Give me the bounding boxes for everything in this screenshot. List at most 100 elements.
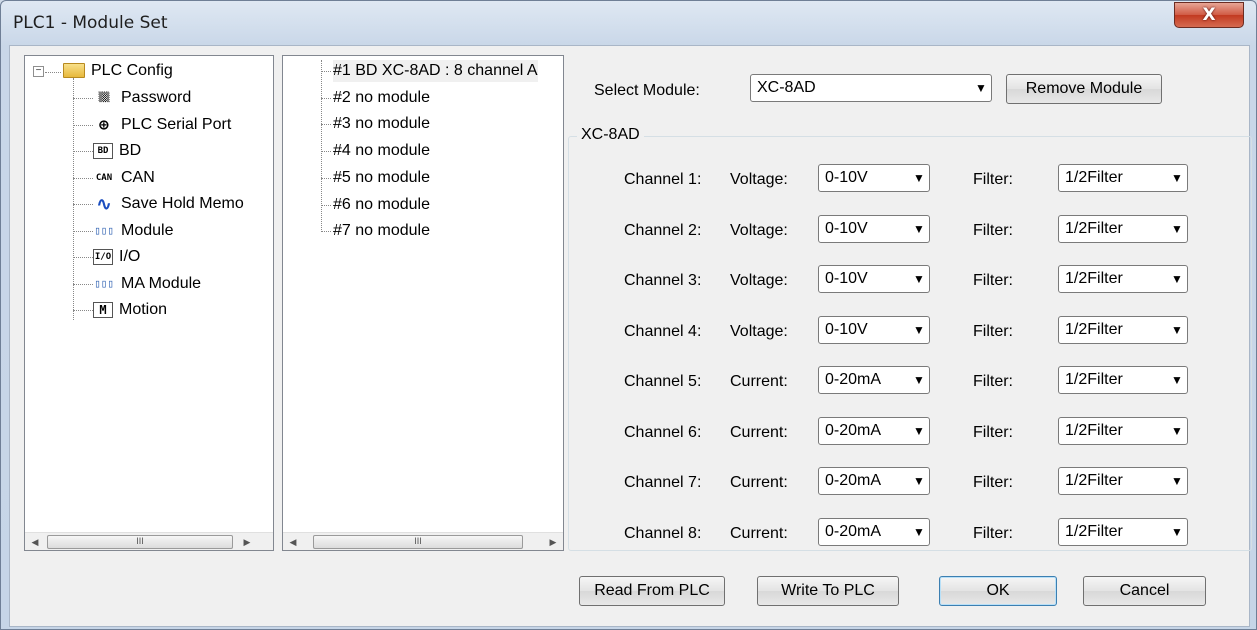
channel-filter-value: 1/2Filter bbox=[1065, 270, 1123, 287]
channel-type-label: Current: bbox=[730, 474, 788, 491]
tree-item-module[interactable]: ▯▯▯ Module bbox=[93, 220, 173, 242]
module-slot-item[interactable]: #1 BD XC-8AD : 8 channel A bbox=[333, 60, 538, 82]
scroll-left-icon[interactable]: ◀ bbox=[285, 535, 301, 549]
tree-item-label: Save Hold Memo bbox=[121, 195, 244, 212]
channel-filter-dropdown[interactable]: 1/2Filter ▼ bbox=[1058, 416, 1188, 445]
tree-item-label: PLC Serial Port bbox=[121, 115, 232, 133]
channel-range-dropdown[interactable]: 0-10V ▼ bbox=[818, 265, 930, 293]
channel-filter-value: 1/2Filter bbox=[1065, 169, 1123, 186]
chevron-down-icon: ▼ bbox=[913, 423, 925, 438]
select-module-value: XC-8AD bbox=[757, 79, 816, 96]
chevron-down-icon: ▼ bbox=[1171, 373, 1183, 387]
tree-item-label: CAN bbox=[121, 168, 155, 186]
remove-module-button[interactable]: Remove Module bbox=[1006, 74, 1162, 104]
channel-filter-value: 1/2Filter bbox=[1065, 421, 1123, 439]
channel-type-label: Voltage: bbox=[730, 221, 788, 239]
tree-item-save-hold-memo[interactable]: ∿ Save Hold Memo bbox=[93, 193, 244, 215]
chevron-down-icon: ▼ bbox=[1171, 423, 1183, 438]
tree-item-can[interactable]: CAN CAN bbox=[93, 167, 155, 189]
chevron-down-icon: ▼ bbox=[1171, 171, 1183, 185]
channel-filter-dropdown[interactable]: 1/2Filter ▼ bbox=[1058, 467, 1188, 495]
tree-item-plc-config[interactable]: PLC Config bbox=[91, 60, 173, 82]
channel-label: Channel 4: bbox=[624, 322, 702, 340]
scroll-thumb[interactable]: III bbox=[313, 535, 523, 549]
tree-item-bd[interactable]: BD BD bbox=[93, 140, 141, 162]
close-button[interactable]: X bbox=[1174, 2, 1244, 28]
channel-range-dropdown[interactable]: 0-20mA ▼ bbox=[818, 517, 930, 546]
channel-label: Channel 6: bbox=[624, 423, 702, 441]
chevron-down-icon: ▼ bbox=[1171, 524, 1183, 539]
ok-button[interactable]: OK bbox=[939, 576, 1057, 606]
tree-horizontal-scrollbar[interactable]: ◀ III ▶ bbox=[25, 532, 273, 550]
list-horizontal-scrollbar[interactable]: ◀ III ▶ bbox=[283, 532, 563, 550]
chevron-down-icon: ▼ bbox=[913, 373, 925, 387]
filter-label: Filter: bbox=[973, 474, 1013, 491]
module-slot-item[interactable]: #5 no module bbox=[333, 167, 430, 189]
tree-item-motion[interactable]: M Motion bbox=[93, 299, 167, 321]
cancel-button[interactable]: Cancel bbox=[1083, 576, 1206, 606]
channel-range-value: 0-20mA bbox=[825, 371, 882, 388]
channel-filter-value: 1/2Filter bbox=[1065, 320, 1123, 338]
channel-range-dropdown[interactable]: 0-20mA ▼ bbox=[818, 416, 930, 445]
channel-filter-dropdown[interactable]: 1/2Filter ▼ bbox=[1058, 164, 1188, 192]
module-config-area: Select Module: XC-8AD ▼ Remove Module XC… bbox=[568, 55, 1252, 551]
scroll-right-icon[interactable]: ▶ bbox=[239, 535, 255, 549]
channel-filter-dropdown[interactable]: 1/2Filter ▼ bbox=[1058, 315, 1188, 344]
select-module-dropdown[interactable]: XC-8AD ▼ bbox=[750, 74, 992, 102]
chevron-down-icon: ▼ bbox=[1171, 272, 1183, 286]
scroll-right-icon[interactable]: ▶ bbox=[545, 535, 561, 549]
motion-icon: M bbox=[93, 302, 113, 318]
chevron-down-icon: ▼ bbox=[913, 272, 925, 286]
channel-label: Channel 1: bbox=[624, 171, 702, 188]
channel-filter-value: 1/2Filter bbox=[1065, 219, 1123, 237]
channel-filter-dropdown[interactable]: 1/2Filter ▼ bbox=[1058, 265, 1188, 293]
module-slot-item[interactable]: #7 no module bbox=[333, 220, 430, 242]
chevron-down-icon: ▼ bbox=[913, 171, 925, 185]
filter-label: Filter: bbox=[973, 322, 1013, 340]
channel-range-dropdown[interactable]: 0-20mA ▼ bbox=[818, 467, 930, 495]
tree-item-i-o[interactable]: I/O I/O bbox=[93, 246, 140, 268]
channel-filter-dropdown[interactable]: 1/2Filter ▼ bbox=[1058, 366, 1188, 394]
tree-item-password[interactable]: ▒▒ Password bbox=[93, 87, 192, 109]
module-slot-item[interactable]: #2 no module bbox=[333, 87, 430, 109]
channel-filter-dropdown[interactable]: 1/2Filter ▼ bbox=[1058, 517, 1188, 546]
chevron-down-icon: ▼ bbox=[1171, 221, 1183, 236]
write-to-plc-button[interactable]: Write To PLC bbox=[757, 576, 899, 606]
tree-item-label: Module bbox=[121, 221, 174, 239]
password-icon: ▒▒ bbox=[98, 93, 110, 103]
chevron-down-icon: ▼ bbox=[975, 81, 987, 95]
scroll-left-icon[interactable]: ◀ bbox=[27, 535, 43, 549]
collapse-icon[interactable]: − bbox=[33, 66, 44, 77]
filter-label: Filter: bbox=[973, 423, 1013, 441]
select-module-label: Select Module: bbox=[594, 82, 700, 99]
title-bar[interactable]: PLC1 - Module Set X bbox=[1, 1, 1256, 45]
channel-range-dropdown[interactable]: 0-10V ▼ bbox=[818, 315, 930, 344]
io-icon: I/O bbox=[93, 249, 113, 265]
channel-range-dropdown[interactable]: 0-10V ▼ bbox=[818, 164, 930, 192]
channel-range-value: 0-20mA bbox=[825, 472, 882, 489]
channel-range-dropdown[interactable]: 0-10V ▼ bbox=[818, 214, 930, 243]
module-slot-tree[interactable]: #1 BD XC-8AD : 8 channel A #2 no module #3… bbox=[282, 55, 564, 551]
config-tree[interactable]: − PLC Config ▒▒ Password ⊕ PLC Serial Port B… bbox=[24, 55, 274, 551]
channel-range-value: 0-10V bbox=[825, 270, 868, 287]
channel-filter-dropdown[interactable]: 1/2Filter ▼ bbox=[1058, 214, 1188, 243]
scroll-thumb[interactable]: III bbox=[47, 535, 233, 549]
tree-item-label: Motion bbox=[119, 301, 168, 318]
module-slot-item[interactable]: #3 no module bbox=[333, 113, 430, 135]
window-title: PLC1 - Module Set bbox=[13, 13, 168, 33]
channel-filter-value: 1/2Filter bbox=[1065, 472, 1123, 489]
tree-item-label: Password bbox=[121, 89, 192, 106]
filter-label: Filter: bbox=[973, 524, 1013, 542]
module-slot-item[interactable]: #6 no module bbox=[333, 194, 430, 216]
close-icon: X bbox=[1202, 5, 1216, 25]
channel-range-dropdown[interactable]: 0-20mA ▼ bbox=[818, 366, 930, 394]
tree-item-ma-module[interactable]: ▯▯▯ MA Module bbox=[93, 273, 201, 295]
channel-type-label: Current: bbox=[730, 524, 788, 542]
tree-item-label: BD bbox=[119, 142, 142, 159]
dialog-client-area: − PLC Config ▒▒ Password ⊕ PLC Serial Port B… bbox=[9, 45, 1252, 627]
tree-item-plc-serial-port[interactable]: ⊕ PLC Serial Port bbox=[93, 114, 231, 136]
module-slot-item[interactable]: #4 no module bbox=[333, 140, 430, 162]
channel-label: Channel 2: bbox=[624, 221, 702, 239]
tree-item-label: I/O bbox=[119, 248, 141, 265]
read-from-plc-button[interactable]: Read From PLC bbox=[579, 576, 725, 606]
